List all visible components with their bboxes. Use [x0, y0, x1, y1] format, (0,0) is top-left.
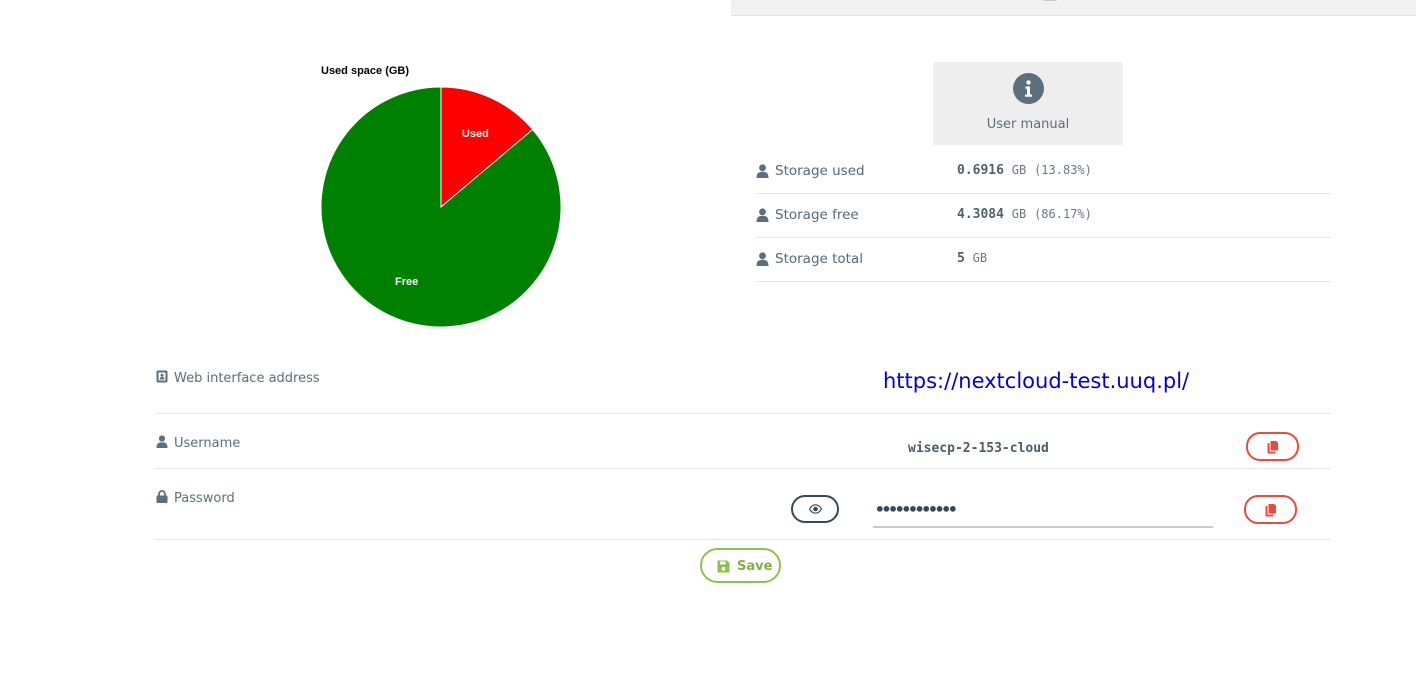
- pie-label-used: Used: [462, 128, 489, 140]
- password-field[interactable]: [873, 493, 1213, 528]
- lock-icon: [156, 490, 168, 503]
- user-manual-button[interactable]: User manual: [933, 62, 1123, 145]
- show-password-button[interactable]: [791, 495, 839, 523]
- storage-free-row: Storage free 4.3084 GB (86.17%): [756, 194, 1331, 238]
- username-value: wisecp-2-153-cloud: [908, 441, 1049, 456]
- storage-total-row: Storage total 5 GB: [756, 238, 1331, 282]
- password-label: Password: [156, 490, 235, 506]
- top-header-bar: [731, 0, 1416, 16]
- copy-password-button[interactable]: [1244, 495, 1297, 524]
- copy-username-button[interactable]: [1246, 432, 1299, 461]
- used-space-chart: Used Free Used space (GB): [300, 60, 590, 350]
- storage-total-label: Storage total: [775, 251, 863, 267]
- storage-info-table: Storage used 0.6916 GB (13.83%) Storage …: [756, 150, 1331, 282]
- storage-used-label: Storage used: [775, 163, 865, 179]
- storage-used-value: 0.6916 GB (13.83%): [957, 163, 1092, 178]
- info-icon: [1013, 73, 1044, 104]
- save-label: Save: [737, 559, 773, 574]
- storage-used-row: Storage used 0.6916 GB (13.83%): [756, 150, 1331, 194]
- floppy-disk-icon: [717, 560, 730, 573]
- web-interface-label: Web interface address: [156, 370, 320, 386]
- web-interface-row: Web interface address https://nextcloud-…: [156, 358, 1331, 414]
- storage-free-label: Storage free: [775, 207, 859, 223]
- pie-label-free: Free: [395, 276, 418, 288]
- eye-icon: [809, 504, 822, 514]
- save-button[interactable]: Save: [700, 548, 781, 583]
- username-label: Username: [156, 435, 240, 451]
- chart-title: Used space (GB): [321, 65, 410, 77]
- user-manual-label: User manual: [986, 117, 1070, 132]
- user-icon: [156, 435, 168, 448]
- copy-icon: [1265, 503, 1277, 517]
- password-row: Password: [156, 468, 1331, 540]
- web-interface-link[interactable]: https://nextcloud-test.uuq.pl/: [883, 369, 1189, 393]
- header-fragment: [1043, 0, 1057, 1]
- pie-chart-svg: Used Free: [320, 86, 562, 328]
- user-icon: [756, 208, 769, 222]
- address-book-icon: [156, 370, 168, 383]
- storage-free-value: 4.3084 GB (86.17%): [957, 207, 1092, 222]
- user-icon: [756, 164, 769, 178]
- storage-total-value: 5 GB: [957, 251, 988, 266]
- user-icon: [756, 252, 769, 266]
- copy-icon: [1267, 440, 1279, 454]
- username-row: Username wisecp-2-153-cloud: [156, 413, 1331, 469]
